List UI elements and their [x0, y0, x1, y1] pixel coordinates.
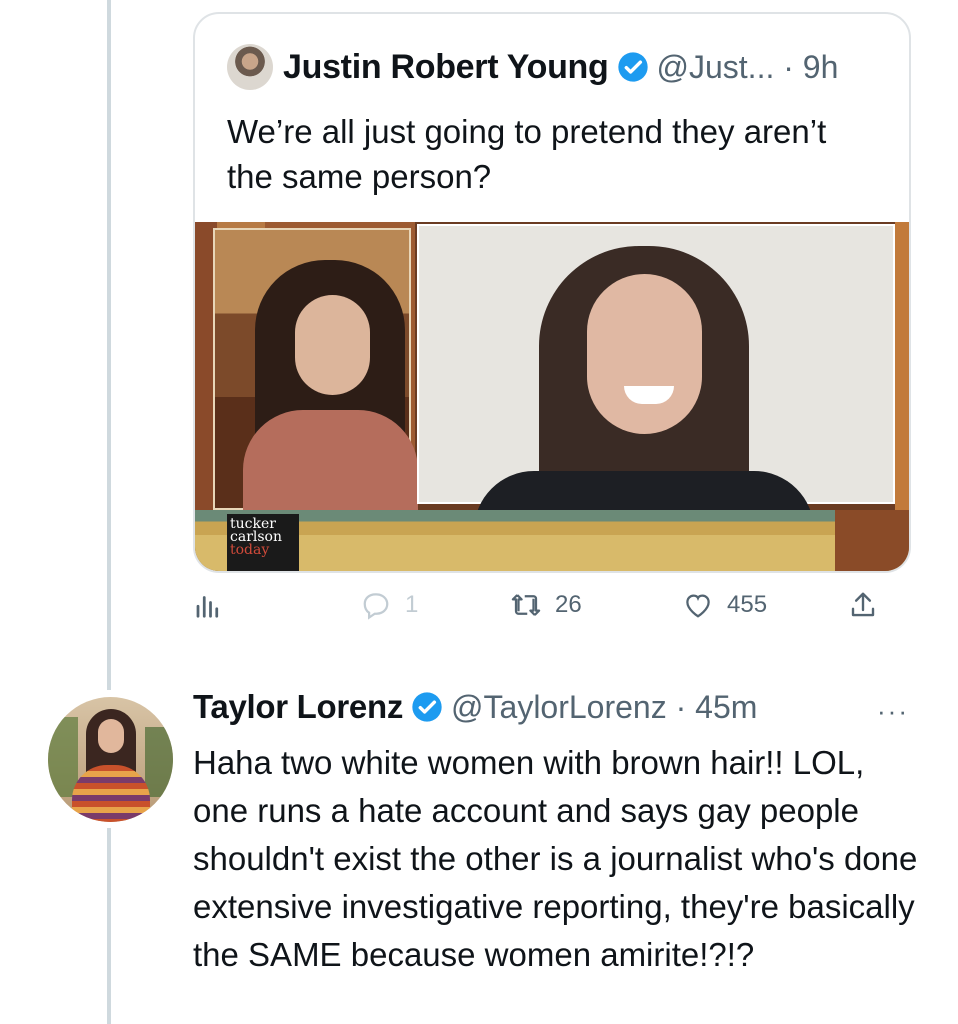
avatar-face — [98, 719, 124, 753]
thread-line — [107, 0, 111, 690]
reply-author-name[interactable]: Taylor Lorenz — [193, 688, 403, 726]
quoted-tweet-actions: 1 26 455 — [193, 590, 911, 640]
reply-button[interactable]: 1 — [361, 590, 418, 620]
quoted-tweet-text: We’re all just going to pretend they are… — [227, 113, 827, 195]
retweet-icon — [511, 594, 541, 616]
media-right-edge — [895, 222, 909, 512]
quoted-tweet-card[interactable]: Justin Robert Young @Just... · 9h We’re … — [193, 12, 911, 573]
more-icon[interactable]: ··· — [877, 696, 909, 727]
show-logo: tucker carlson today — [227, 514, 299, 571]
left-person-shirt — [243, 410, 418, 520]
retweet-button[interactable]: 26 — [511, 590, 582, 620]
left-person-face — [295, 295, 370, 395]
like-button[interactable]: 455 — [683, 590, 767, 620]
show-logo-line3: today — [230, 542, 270, 558]
reply-tweet-header: Taylor Lorenz @TaylorLorenz · 45m ··· — [193, 688, 913, 726]
media-left-panel — [213, 228, 418, 520]
share-button[interactable] — [848, 590, 878, 620]
quoted-tweet-media[interactable]: tucker carlson today — [195, 222, 909, 571]
reply-author-avatar[interactable] — [48, 697, 173, 822]
media-bottom-field — [195, 510, 909, 571]
quoted-author-avatar[interactable] — [227, 44, 273, 90]
analytics-button[interactable] — [193, 590, 223, 620]
quoted-author-handle-time[interactable]: @Just... · 9h — [657, 49, 839, 86]
right-person-face — [587, 274, 702, 434]
reply-icon — [363, 593, 389, 620]
avatar-shirt — [72, 765, 150, 822]
reply-count: 1 — [405, 591, 419, 618]
share-icon — [851, 592, 875, 617]
verified-badge-icon — [617, 52, 648, 82]
media-right-panel — [417, 224, 895, 531]
verified-badge-icon — [412, 692, 442, 722]
quoted-author-name[interactable]: Justin Robert Young — [283, 48, 609, 87]
avatar-background-plant — [48, 717, 78, 797]
quoted-tweet-header: Justin Robert Young @Just... · 9h — [227, 44, 838, 90]
reply-author-handle-time[interactable]: @TaylorLorenz · 45m — [451, 689, 757, 726]
media-bottom-wood — [835, 510, 909, 571]
like-count: 455 — [727, 591, 768, 618]
reply-tweet-text: Haha two white women with brown hair!! L… — [193, 744, 918, 973]
analytics-icon — [196, 596, 219, 618]
retweet-count: 26 — [555, 591, 582, 618]
thread-line-bottom — [107, 828, 111, 1024]
avatar-background-plant-2 — [145, 727, 173, 797]
like-icon — [686, 594, 710, 618]
